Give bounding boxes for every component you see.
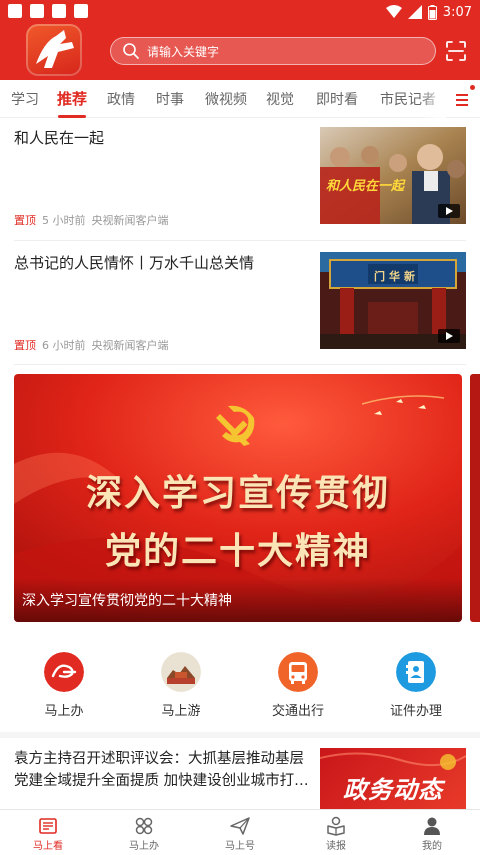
- notification-icon: [8, 4, 22, 18]
- nav-item-service[interactable]: 马上办: [96, 810, 192, 855]
- nav-item-mine[interactable]: 我的: [384, 810, 480, 855]
- active-tab-indicator: [58, 115, 86, 118]
- news-meta: 置顶 5 小时前 央视新闻客户端: [14, 212, 169, 228]
- news-title: 总书记的人民情怀丨万水千山总关情: [14, 254, 255, 272]
- news-thumbnail[interactable]: 和人民在一起: [320, 127, 466, 224]
- banner-caption-bar: 深入学习宣传贯彻党的二十大精神: [14, 578, 462, 622]
- news-time: 5 小时前: [42, 214, 86, 227]
- news-thumbnail[interactable]: 门华新: [320, 252, 466, 349]
- party-emblem-icon: [216, 405, 255, 446]
- app-screen: 3:07 请输入关键字 学习 推荐 政情 时事 微视频 视觉 即时看 市民记者 …: [0, 0, 480, 855]
- pinned-badge: 置顶: [14, 339, 36, 352]
- notification-icon: [30, 4, 44, 18]
- nav-item-reader[interactable]: 读报: [288, 810, 384, 855]
- tab-instant[interactable]: 即时看: [316, 89, 358, 109]
- banner-caption: 深入学习宣传贯彻党的二十大精神: [22, 593, 232, 609]
- bottom-nav: 马上看 马上办 马上号 读报 我的: [0, 809, 480, 855]
- channel-tabs: 学习 推荐 政情 时事 微视频 视觉 即时看 市民记者: [0, 80, 480, 118]
- tab-current-affairs[interactable]: 时事: [156, 89, 184, 109]
- news-source: 央视新闻客户端: [91, 214, 169, 227]
- quick-entries: 马上办 马上游 交通出行 证件办理: [0, 648, 480, 726]
- new-dot-badge: [470, 85, 475, 90]
- paper-plane-icon: [230, 817, 250, 835]
- travel-icon: [161, 652, 201, 692]
- section-separator: [0, 732, 480, 738]
- play-icon: [438, 329, 460, 343]
- quick-label: 交通出行: [271, 704, 324, 719]
- divider: [14, 364, 466, 365]
- news-source: 央视新闻客户端: [91, 339, 169, 352]
- news-time: 6 小时前: [42, 339, 86, 352]
- notification-icon: [52, 4, 66, 18]
- tab-politics[interactable]: 政情: [107, 89, 135, 109]
- nav-label: 马上办: [129, 841, 159, 852]
- id-card-icon: [396, 652, 436, 692]
- app-header: 3:07 请输入关键字: [0, 0, 480, 80]
- nav-item-watch[interactable]: 马上看: [0, 810, 96, 855]
- wifi-icon: [385, 5, 402, 18]
- divider: [14, 240, 466, 241]
- battery-icon: [427, 4, 437, 20]
- notification-icon: [74, 4, 88, 18]
- nav-label: 马上号: [225, 841, 255, 852]
- app-logo[interactable]: [26, 24, 82, 76]
- quick-item-transport[interactable]: 交通出行: [248, 648, 348, 726]
- news-thumbnail[interactable]: 政务动态: [320, 748, 466, 810]
- pinned-badge: 置顶: [14, 214, 36, 227]
- search-input[interactable]: 请输入关键字: [110, 37, 436, 65]
- status-time: 3:07: [442, 4, 472, 20]
- app-logo-icon: [36, 30, 74, 68]
- newspaper-icon: [39, 818, 57, 834]
- news-item[interactable]: 总书记的人民情怀丨万水千山总关情 置顶 6 小时前 央视新闻客户端 门华新: [0, 252, 480, 362]
- banner-next-peek[interactable]: [470, 374, 480, 622]
- quick-item-id-service[interactable]: 证件办理: [366, 648, 466, 726]
- search-placeholder: 请输入关键字: [147, 44, 220, 59]
- nav-label: 马上看: [33, 841, 63, 852]
- news-title: 和人民在一起: [14, 129, 105, 147]
- nav-item-account[interactable]: 马上号: [192, 810, 288, 855]
- apps-icon: [135, 817, 153, 835]
- banner-carousel[interactable]: 深入学习宣传贯彻 党的二十大精神 深入学习宣传贯彻党的二十大精神: [14, 374, 462, 622]
- cell-signal-icon: [407, 5, 422, 19]
- quick-item-travel[interactable]: 马上游: [131, 648, 231, 726]
- quick-label: 证件办理: [389, 704, 442, 719]
- tab-visual[interactable]: 视觉: [266, 89, 294, 109]
- tab-recommend[interactable]: 推荐: [57, 88, 87, 109]
- news-item[interactable]: 和人民在一起 置顶 5 小时前 央视新闻客户端 和人民在一起: [0, 127, 480, 237]
- banner-headline-2: 党的二十大精神: [104, 530, 371, 572]
- thumbnail-caption: 政务动态: [343, 775, 443, 804]
- tab-micro-video[interactable]: 微视频: [205, 89, 247, 109]
- bus-icon: [278, 652, 318, 692]
- status-bar: 3:07: [0, 0, 480, 24]
- nav-label: 我的: [422, 841, 442, 852]
- news-title[interactable]: 袁方主持召开述职评议会：大抓基层推动基层党建全域提升全面提质 加快建设创业城市打…: [14, 748, 310, 792]
- scan-icon[interactable]: [445, 40, 467, 62]
- thumbnail-caption: 和人民在一起: [326, 179, 405, 194]
- search-icon: [123, 43, 139, 59]
- banner-headline-1: 深入学习宣传贯彻: [85, 472, 390, 514]
- quick-label: 马上游: [161, 704, 201, 719]
- thumbnail-caption: 门华新: [374, 270, 419, 283]
- quick-label: 马上办: [44, 704, 84, 719]
- mashangban-icon: [44, 652, 84, 692]
- quick-item-mashangban[interactable]: 马上办: [14, 648, 114, 726]
- reader-icon: [327, 816, 345, 836]
- tab-study[interactable]: 学习: [11, 89, 39, 109]
- news-meta: 置顶 6 小时前 央视新闻客户端: [14, 337, 169, 353]
- user-icon: [424, 817, 440, 835]
- nav-label: 读报: [326, 841, 346, 852]
- play-icon: [438, 204, 460, 218]
